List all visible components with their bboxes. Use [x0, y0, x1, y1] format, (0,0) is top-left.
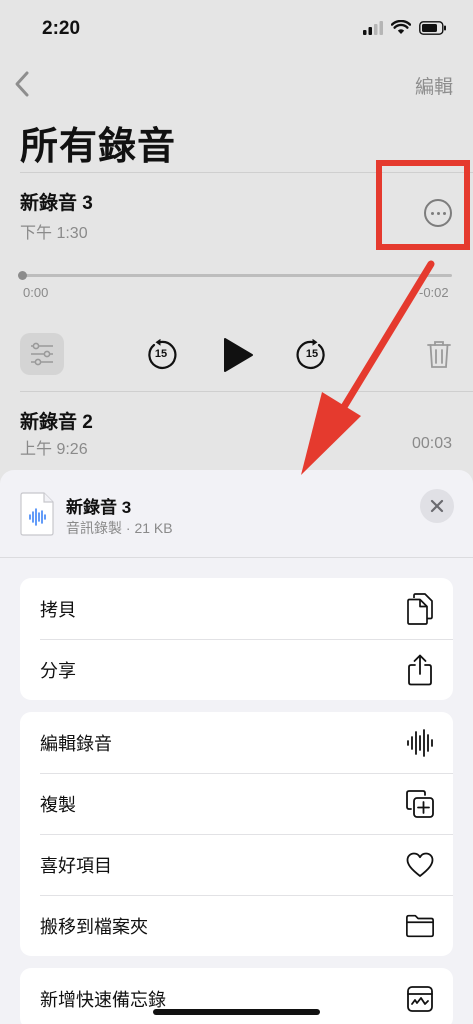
elapsed-time: 0:00 — [23, 285, 49, 300]
audio-file-icon — [20, 492, 54, 536]
skip-back-label: 15 — [154, 348, 168, 360]
signal-icon — [363, 20, 383, 35]
action-duplicate[interactable]: 複製 — [20, 773, 453, 834]
page-title: 所有錄音 — [20, 126, 177, 168]
action-move-to-folder[interactable]: 搬移到檔案夾 — [20, 895, 453, 956]
sheet-header: 新錄音 3 音訊錄製 · 21 KB — [0, 470, 473, 558]
scrubber-knob[interactable] — [18, 271, 27, 280]
share-icon — [405, 654, 435, 686]
action-favorite[interactable]: 喜好項目 — [20, 834, 453, 895]
sliders-icon — [31, 342, 53, 366]
edit-button[interactable]: 編輯 — [415, 72, 453, 99]
duplicate-icon — [405, 788, 435, 820]
action-label: 編輯錄音 — [40, 733, 112, 754]
playback-settings-button[interactable] — [20, 333, 64, 375]
back-chevron-icon[interactable] — [8, 68, 38, 100]
wifi-icon — [391, 20, 411, 34]
skip-forward-label: 15 — [305, 348, 319, 360]
status-time: 2:20 — [42, 18, 81, 39]
recording-title[interactable]: 新錄音 2 — [20, 407, 93, 434]
action-label: 複製 — [40, 794, 76, 815]
battery-icon — [419, 20, 446, 35]
status-bar: 2:20 — [0, 0, 473, 60]
recording-duration: 00:03 — [411, 435, 452, 452]
skip-forward-button[interactable]: 15 — [296, 338, 328, 371]
action-edit-recording[interactable]: 編輯錄音 — [20, 712, 453, 773]
action-group: 新增快速備忘錄 — [20, 968, 453, 1024]
divider — [20, 391, 473, 392]
share-sheet: 新錄音 3 音訊錄製 · 21 KB 拷貝 分享 編輯錄音 複製 喜好項目 搬移… — [0, 470, 473, 1024]
close-button[interactable] — [420, 489, 454, 523]
action-label: 搬移到檔案夾 — [40, 916, 148, 937]
sheet-divider — [0, 557, 473, 558]
file-name: 新錄音 3 — [66, 498, 132, 517]
action-label: 新增快速備忘錄 — [40, 989, 166, 1010]
quick-note-icon — [405, 983, 435, 1015]
home-indicator — [153, 1009, 320, 1015]
annotation-highlight-box — [376, 160, 470, 250]
copy-icon — [405, 592, 435, 625]
waveform-icon — [405, 727, 435, 759]
action-group: 編輯錄音 複製 喜好項目 搬移到檔案夾 — [20, 712, 453, 956]
action-label: 拷貝 — [40, 599, 76, 620]
remaining-time: -0:02 — [419, 285, 449, 300]
recording-time: 上午 9:26 — [20, 441, 88, 458]
status-icons — [363, 20, 447, 35]
action-label: 分享 — [40, 660, 76, 681]
heart-icon — [405, 849, 435, 881]
skip-back-button[interactable]: 15 — [145, 338, 177, 371]
close-icon — [430, 499, 444, 513]
action-copy[interactable]: 拷貝 — [20, 578, 453, 639]
play-icon[interactable] — [222, 337, 254, 373]
folder-icon — [405, 910, 435, 942]
trash-icon[interactable] — [427, 339, 451, 369]
action-share[interactable]: 分享 — [20, 639, 453, 700]
playback-scrubber[interactable] — [20, 274, 452, 277]
action-label: 喜好項目 — [40, 855, 112, 876]
recording-title[interactable]: 新錄音 3 — [20, 188, 93, 215]
file-meta: 音訊錄製 · 21 KB — [66, 520, 173, 536]
action-quick-note[interactable]: 新增快速備忘錄 — [20, 968, 453, 1024]
recording-time: 下午 1:30 — [20, 225, 88, 242]
action-group: 拷貝 分享 — [20, 578, 453, 700]
